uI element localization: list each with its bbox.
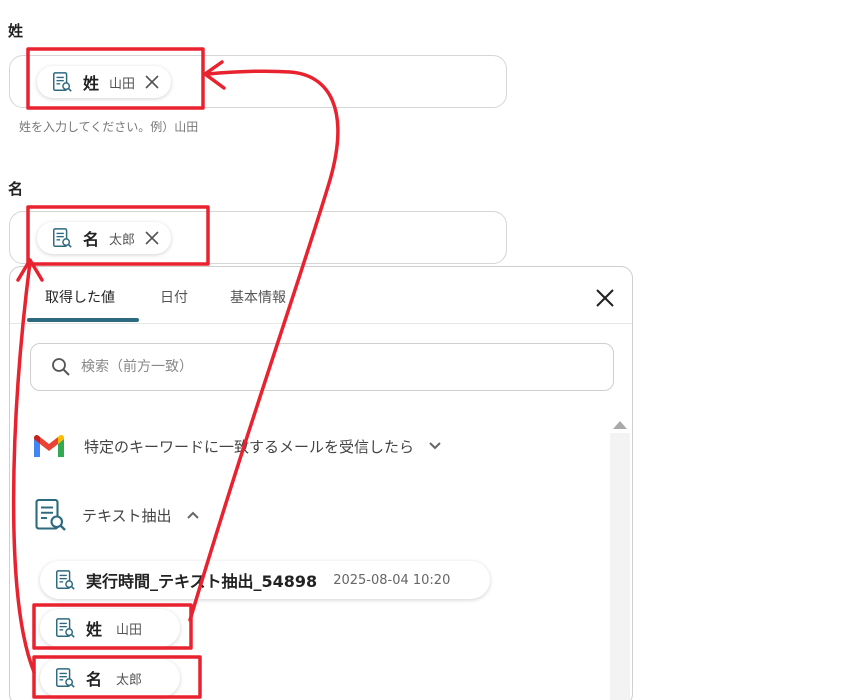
close-icon[interactable] — [145, 231, 159, 245]
chevron-up-icon[interactable] — [186, 510, 200, 520]
chip-name: 名 — [83, 230, 100, 249]
search-input[interactable] — [79, 358, 563, 376]
value-picker-panel: 取得した値 日付 基本情報 特 — [9, 266, 633, 700]
tab-date[interactable]: 日付 — [160, 287, 188, 307]
mei-input[interactable]: 名 太郎 — [9, 211, 507, 264]
gmail-icon — [34, 434, 64, 457]
group-title: 特定のキーワードに一致するメールを受信したら — [84, 437, 415, 456]
item-name: 実行時間_テキスト抽出_54898 — [86, 572, 318, 591]
sei-helper-text: 姓を入力してください。例）山田 — [19, 120, 199, 134]
search-box — [30, 343, 614, 391]
item-value: 2025-08-04 10:20 — [333, 572, 451, 588]
list-item[interactable]: 姓 山田 — [40, 609, 181, 647]
sei-chip[interactable]: 姓 山田 — [37, 66, 172, 98]
form-page: 姓 姓 山田 姓を入力してください。例）山田 名 名 太郎 取得した値 日付 基… — [0, 0, 850, 700]
scrollbar[interactable] — [610, 433, 630, 700]
item-name: 姓 — [86, 620, 103, 639]
chip-value: 山田 — [109, 76, 136, 92]
document-search-icon — [35, 498, 66, 531]
group-text-extraction[interactable]: テキスト抽出 — [32, 497, 200, 533]
chip-name: 姓 — [83, 74, 100, 93]
sei-input[interactable]: 姓 山田 — [9, 55, 507, 108]
search-icon — [52, 358, 70, 376]
document-search-icon — [53, 228, 72, 248]
document-search-icon — [56, 618, 75, 638]
item-value: 山田 — [116, 622, 143, 638]
tab-basic-info[interactable]: 基本情報 — [230, 287, 286, 307]
field-label-mei: 名 — [8, 180, 24, 198]
document-search-icon — [53, 72, 72, 92]
item-name: 名 — [86, 670, 103, 689]
group-gmail-trigger[interactable]: 特定のキーワードに一致するメールを受信したら — [32, 433, 442, 459]
chevron-down-icon[interactable] — [428, 441, 442, 451]
active-tab-indicator — [27, 318, 139, 322]
field-label-sei: 姓 — [8, 22, 24, 40]
mei-chip[interactable]: 名 太郎 — [37, 222, 172, 254]
list-item[interactable]: 実行時間_テキスト抽出_54898 2025-08-04 10:20 — [40, 561, 491, 599]
document-search-icon — [56, 668, 75, 688]
tab-bar: 取得した値 日付 基本情報 — [10, 267, 632, 324]
list-item[interactable]: 名 太郎 — [40, 659, 181, 697]
document-search-icon — [56, 570, 75, 590]
close-icon[interactable] — [145, 75, 159, 89]
chip-value: 太郎 — [109, 232, 136, 248]
close-icon[interactable] — [594, 287, 616, 309]
tab-acquired-values[interactable]: 取得した値 — [45, 287, 115, 307]
scroll-up-arrow-icon[interactable] — [613, 421, 627, 429]
group-title: テキスト抽出 — [82, 506, 172, 525]
item-value: 太郎 — [116, 672, 143, 688]
